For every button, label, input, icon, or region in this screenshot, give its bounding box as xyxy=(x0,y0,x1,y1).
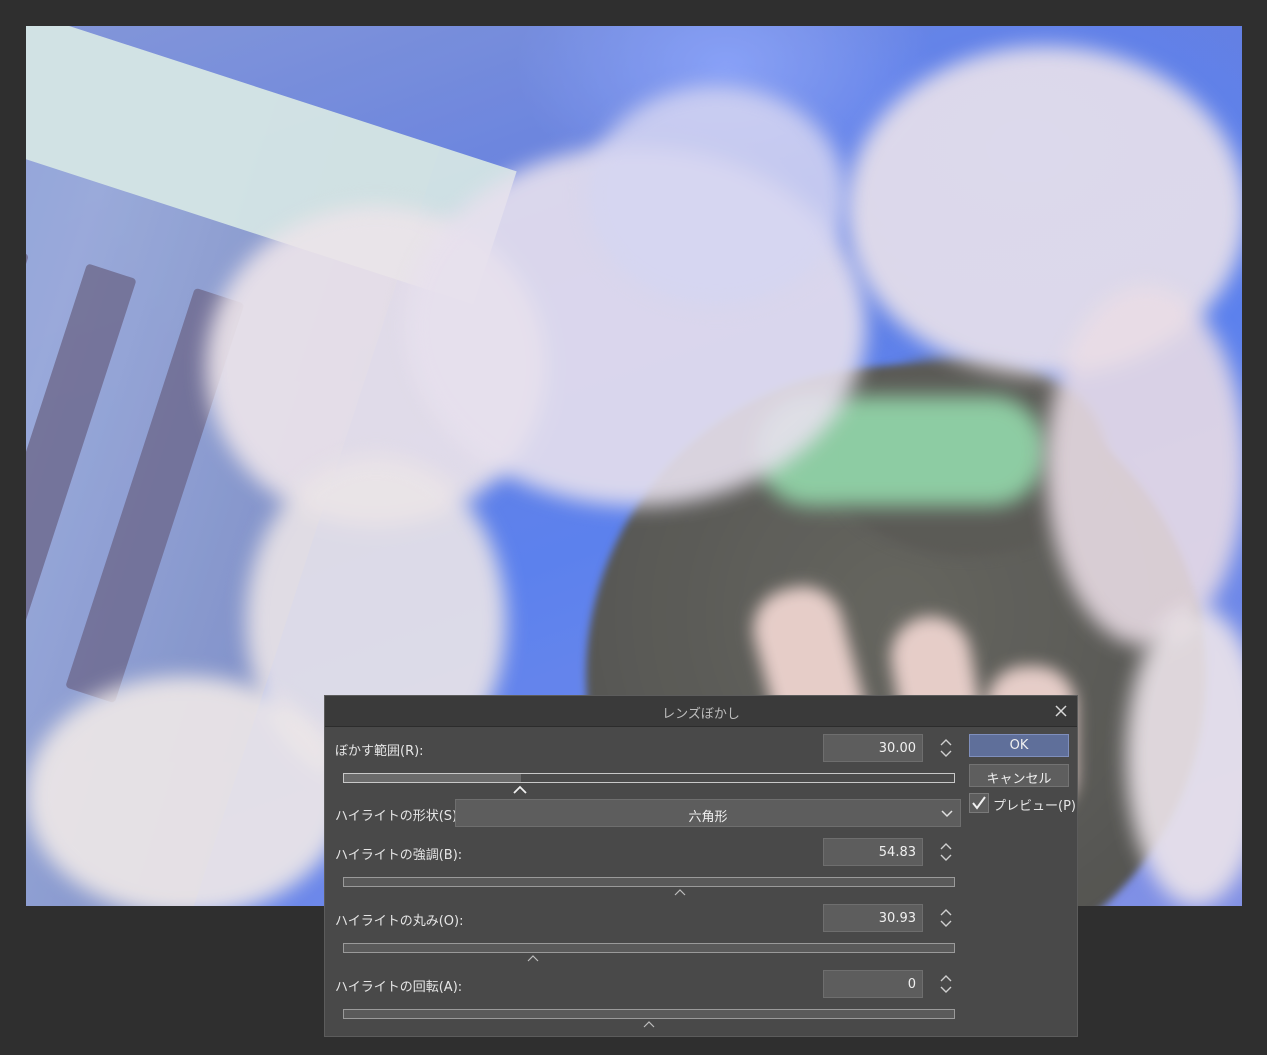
highlight-rotation-slider-thumb[interactable] xyxy=(641,1019,657,1029)
blur-range-slider-fill xyxy=(344,774,521,782)
preview-checkbox[interactable] xyxy=(969,793,989,813)
dialog-title: レンズぼかし xyxy=(662,707,740,722)
highlight-rotation-label: ハイライトの回転(A): xyxy=(335,980,463,995)
spinner-arrows-icon xyxy=(940,739,952,757)
dialog-titlebar[interactable]: レンズぼかし xyxy=(325,696,1077,727)
blur-range-spinner[interactable] xyxy=(935,734,957,762)
highlight-roundness-slider[interactable] xyxy=(343,943,955,953)
blur-range-input[interactable]: 30.00 xyxy=(823,734,923,762)
highlight-emphasis-label: ハイライトの強調(B): xyxy=(335,848,463,863)
checkmark-icon xyxy=(972,796,986,810)
close-icon xyxy=(1055,705,1067,717)
close-button[interactable] xyxy=(1051,701,1071,721)
blur-range-slider-thumb[interactable] xyxy=(512,784,528,794)
highlight-emphasis-input[interactable]: 54.83 xyxy=(823,838,923,866)
highlight-shape-label: ハイライトの形状(S): xyxy=(335,809,462,824)
highlight-rotation-spinner[interactable] xyxy=(935,970,957,998)
highlight-roundness-slider-thumb[interactable] xyxy=(525,953,541,963)
spinner-arrows-icon xyxy=(940,975,952,993)
lens-blur-dialog: レンズぼかし ぼかす範囲(R): 30.00 ハイライトの形状(S): 六角形 … xyxy=(324,695,1078,1037)
cancel-button[interactable]: キャンセル xyxy=(969,764,1069,787)
highlight-emphasis-slider[interactable] xyxy=(343,877,955,887)
blur-range-slider[interactable] xyxy=(343,773,955,783)
ok-button[interactable]: OK xyxy=(969,734,1069,757)
caret-up-icon xyxy=(674,889,686,896)
caret-up-icon xyxy=(527,955,539,962)
highlight-roundness-spinner[interactable] xyxy=(935,904,957,932)
caret-up-icon xyxy=(513,785,528,794)
chevron-down-icon xyxy=(941,810,953,818)
caret-up-icon xyxy=(643,1021,655,1028)
highlight-roundness-label: ハイライトの丸み(O): xyxy=(335,914,464,929)
highlight-shape-select[interactable]: 六角形 xyxy=(455,799,961,827)
highlight-emphasis-spinner[interactable] xyxy=(935,838,957,866)
highlight-roundness-input[interactable]: 30.93 xyxy=(823,904,923,932)
spinner-arrows-icon xyxy=(940,909,952,927)
highlight-emphasis-slider-thumb[interactable] xyxy=(672,887,688,897)
highlight-shape-value: 六角形 xyxy=(688,810,728,825)
blur-range-label: ぼかす範囲(R): xyxy=(335,744,424,759)
highlight-rotation-input[interactable]: 0 xyxy=(823,970,923,998)
spinner-arrows-icon xyxy=(940,843,952,861)
highlight-rotation-slider[interactable] xyxy=(343,1009,955,1019)
preview-label: プレビュー(P) xyxy=(993,799,1076,814)
